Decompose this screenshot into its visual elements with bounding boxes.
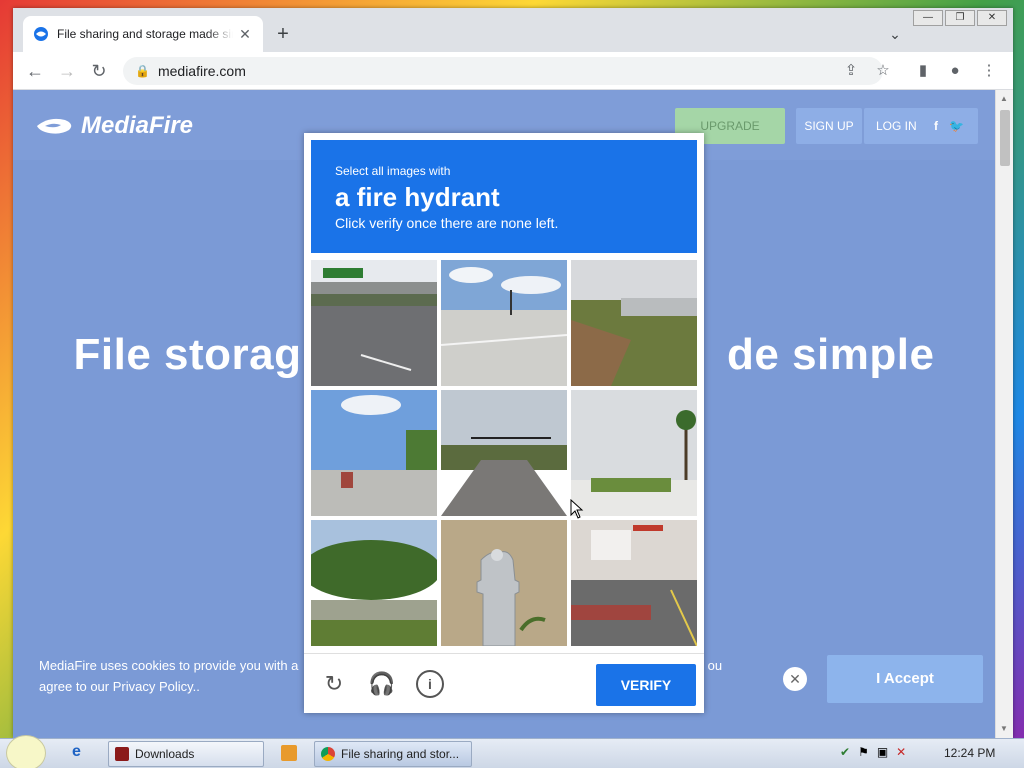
lock-icon: 🔒 — [135, 64, 150, 78]
city-crosswalk-image — [571, 520, 697, 646]
audio-challenge-headphones-icon[interactable]: 🎧 — [368, 670, 396, 698]
login-button[interactable]: LOG IN f 🐦 — [864, 108, 978, 144]
bookmark-star-icon[interactable]: ☆ — [871, 59, 895, 83]
palm-trees-street-image — [571, 390, 697, 516]
signup-button[interactable]: SIGN UP — [796, 108, 862, 144]
overpass-road-image — [311, 260, 437, 386]
mediafire-flame-icon — [37, 118, 72, 134]
reload-challenge-icon[interactable]: ↻ — [320, 670, 348, 698]
captcha-tile-8[interactable] — [441, 520, 567, 646]
profile-avatar-icon[interactable]: ● — [943, 59, 967, 83]
accept-cookies-button[interactable]: I Accept — [827, 655, 983, 703]
captcha-footer: ↻ 🎧 i VERIFY — [304, 653, 704, 713]
captcha-tile-7[interactable] — [311, 520, 437, 646]
login-label: LOG IN — [876, 119, 917, 133]
tab-title: File sharing and storage made simple — [57, 27, 233, 41]
captcha-tile-5[interactable] — [441, 390, 567, 516]
bridge-grass-image — [571, 260, 697, 386]
taskbar-clock[interactable]: 12:24 PM — [944, 746, 995, 760]
start-button[interactable] — [6, 735, 46, 768]
cookie-text-line2: agree to our Privacy Policy.. — [39, 679, 200, 694]
cookie-close-button[interactable]: ✕ — [783, 667, 807, 691]
captcha-image-grid — [311, 260, 697, 646]
road-truck-image — [311, 390, 437, 516]
captcha-tile-1[interactable] — [311, 260, 437, 386]
media-player-icon[interactable] — [281, 745, 297, 761]
empty-intersection-image — [441, 260, 567, 386]
upgrade-label: UPGRADE — [700, 119, 760, 133]
network-icon[interactable]: ▣ — [877, 745, 888, 759]
info-icon[interactable]: i — [416, 670, 444, 698]
facebook-icon[interactable]: f — [934, 119, 938, 133]
verify-button[interactable]: VERIFY — [596, 664, 696, 706]
mediafire-logo[interactable]: MediaFire — [35, 112, 193, 140]
chrome-taskbar-label: File sharing and stor... — [341, 747, 460, 761]
tab-close-icon[interactable]: ✕ — [237, 26, 253, 43]
downloads-label: Downloads — [135, 747, 195, 761]
cookie-text-tail: ou — [707, 658, 723, 673]
cookie-text-line1: MediaFire uses cookies to provide you wi… — [39, 658, 299, 673]
forward-arrow-icon[interactable]: → — [55, 59, 79, 83]
scroll-up-arrow-icon[interactable]: ▲ — [1000, 94, 1008, 103]
ie-icon[interactable]: e — [72, 743, 81, 761]
tab-strip: File sharing and storage made simple ✕ +… — [13, 8, 1013, 52]
headline-left: File storag — [73, 330, 302, 379]
menu-kebab-icon[interactable]: ⋮ — [977, 59, 1001, 83]
downloads-folder-icon — [115, 747, 129, 761]
taskbar-downloads[interactable]: Downloads — [108, 741, 264, 767]
taskbar-chrome[interactable]: File sharing and stor... — [314, 741, 472, 767]
side-panel-icon[interactable]: ▮ — [911, 59, 935, 83]
captcha-tile-2[interactable] — [441, 260, 567, 386]
twitter-icon[interactable]: 🐦 — [949, 119, 964, 133]
new-tab-button[interactable]: + — [271, 22, 295, 46]
tab-search-chevron-icon[interactable]: ⌄ — [883, 22, 907, 46]
system-tray: ✔ ⚑ ▣ ✕ — [840, 745, 906, 759]
close-window-button[interactable]: ✕ — [977, 10, 1007, 26]
captcha-tile-3[interactable] — [571, 260, 697, 386]
security-shield-icon[interactable]: ✔ — [840, 745, 850, 759]
back-arrow-icon[interactable]: ← — [23, 59, 47, 83]
captcha-tile-6[interactable] — [571, 390, 697, 516]
captcha-challenge: Select all images with a fire hydrant Cl… — [304, 133, 704, 713]
headline-right: de simple — [727, 330, 935, 379]
scroll-down-arrow-icon[interactable]: ▼ — [1000, 724, 1008, 733]
window-controls: — ❐ ✕ — [913, 10, 1007, 26]
maximize-button[interactable]: ❐ — [945, 10, 975, 26]
captcha-target: a fire hydrant — [335, 182, 500, 212]
highway-signals-image — [441, 390, 567, 516]
share-icon[interactable]: ⇪ — [839, 59, 863, 83]
captcha-instruction: Click verify once there are none left. — [335, 215, 559, 231]
captcha-tile-4[interactable] — [311, 390, 437, 516]
mouse-cursor-icon — [570, 499, 584, 519]
page-scrollbar[interactable]: ▲ ▼ — [995, 90, 1013, 738]
mediafire-favicon-icon — [34, 27, 48, 41]
volume-muted-icon[interactable]: ✕ — [896, 745, 906, 759]
os-taskbar: e Downloads File sharing and stor... ✔ ⚑… — [0, 735, 1024, 768]
trees-roadside-image — [311, 520, 437, 646]
flag-icon[interactable]: ⚑ — [858, 745, 869, 759]
address-bar[interactable]: 🔒 mediafire.com — [123, 57, 883, 85]
captcha-prompt: Select all images with — [335, 164, 451, 178]
browser-tab-active[interactable]: File sharing and storage made simple ✕ — [23, 16, 263, 52]
scrollbar-thumb[interactable] — [1000, 110, 1010, 166]
chrome-icon — [321, 747, 335, 761]
address-url: mediafire.com — [157, 63, 246, 79]
fire-hydrant-image — [441, 520, 567, 646]
minimize-button[interactable]: — — [913, 10, 943, 26]
logo-text: MediaFire — [81, 112, 194, 139]
captcha-tile-9[interactable] — [571, 520, 697, 646]
captcha-header: Select all images with a fire hydrant Cl… — [311, 140, 697, 253]
browser-toolbar: ← → ↻ 🔒 mediafire.com ⇪ ☆ ▮ ● ⋮ — [13, 52, 1013, 90]
reload-icon[interactable]: ↻ — [87, 59, 111, 83]
